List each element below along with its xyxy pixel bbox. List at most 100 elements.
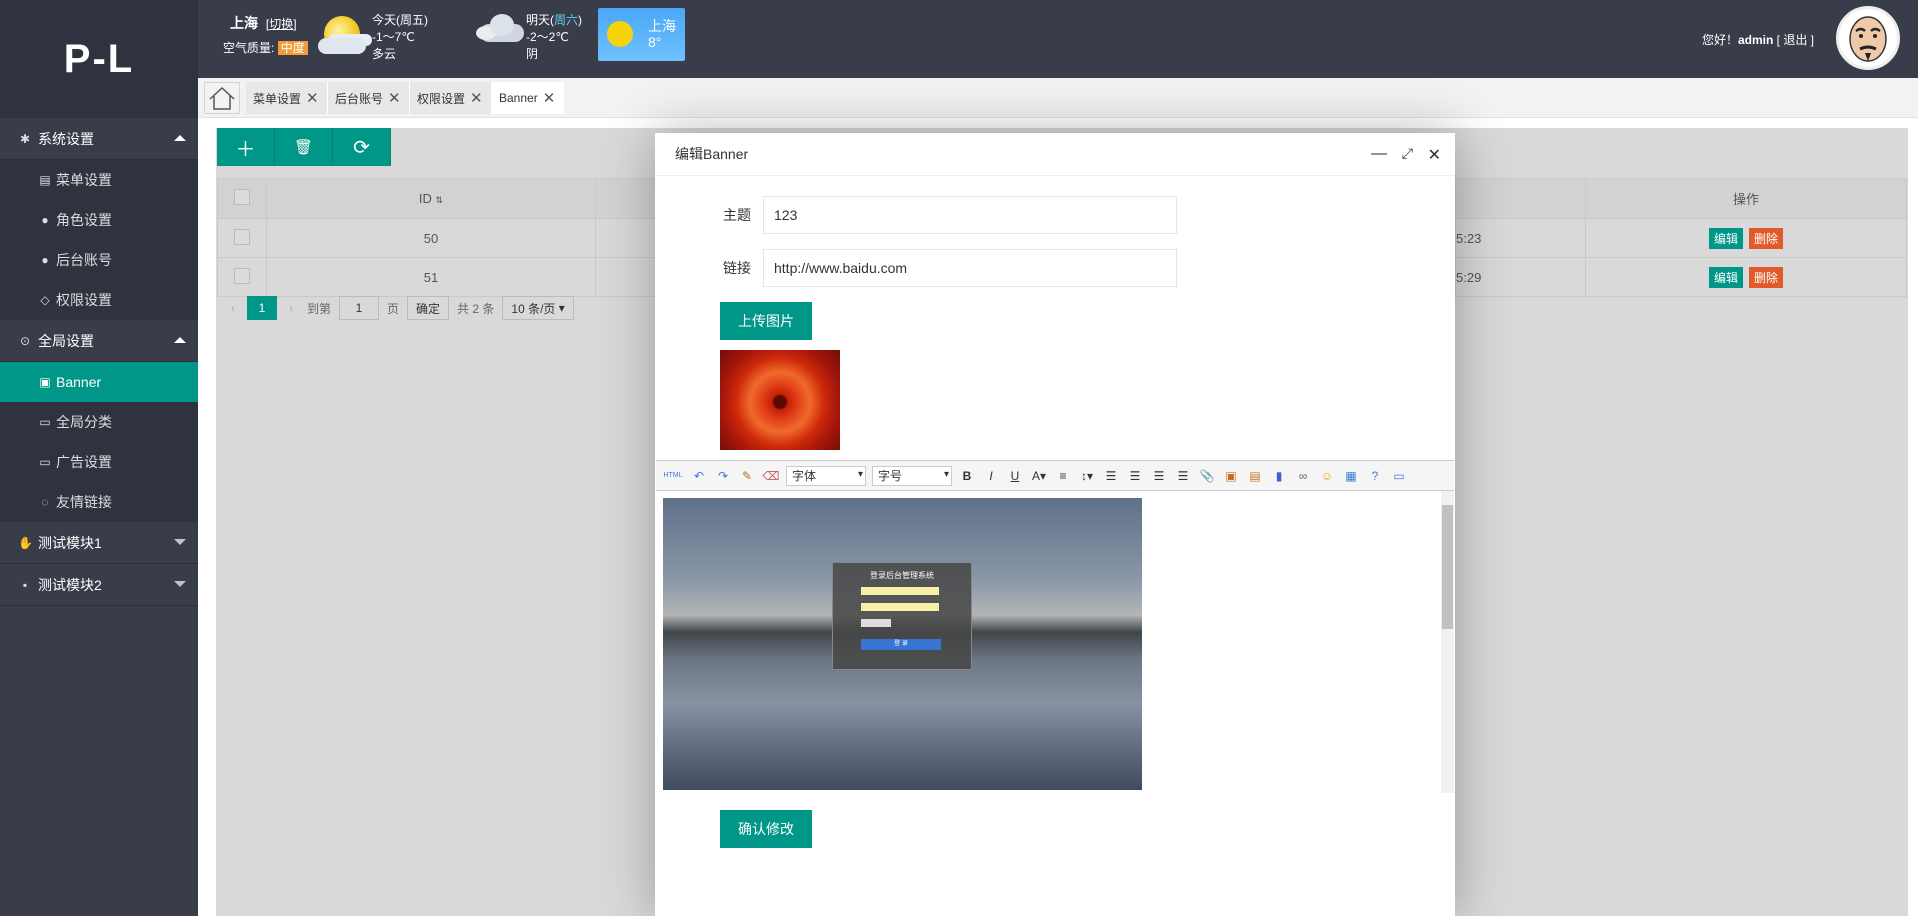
nav-group-title-test2[interactable]: ▪ 测试模块2	[0, 564, 198, 606]
align-center-icon[interactable]: ☰	[1150, 467, 1168, 485]
redo-icon[interactable]: ↷	[714, 467, 732, 485]
font-size-select[interactable]: 字号	[872, 465, 952, 486]
subject-input[interactable]: 123	[763, 196, 1177, 234]
prev-page-icon[interactable]: ‹	[231, 301, 235, 315]
tab-admin-accounts[interactable]: 后台账号 ✕	[328, 82, 410, 114]
minimize-icon[interactable]: —	[1371, 145, 1387, 163]
image-icon[interactable]: ▣	[1222, 467, 1240, 485]
font-family-select[interactable]: 字体	[786, 465, 866, 486]
delete-row-button[interactable]: 删除	[1749, 266, 1784, 288]
format-brush-icon[interactable]: ✎	[738, 467, 756, 485]
align-left-icon[interactable]: ☰	[1102, 467, 1120, 485]
sidebar-item-links[interactable]: ◌ 友情链接	[0, 482, 198, 522]
city-switch-link[interactable]: [切换]	[266, 17, 297, 31]
tab-menu-settings[interactable]: 菜单设置 ✕	[246, 82, 328, 114]
tomorrow-temp: -2～2℃	[526, 30, 569, 44]
edit-button[interactable]: 编辑	[1708, 227, 1743, 249]
sidebar-item-ads[interactable]: ▭ 广告设置	[0, 442, 198, 482]
sidebar-item-account[interactable]: ● 后台账号	[0, 240, 198, 280]
edit-button[interactable]: 编辑	[1708, 266, 1743, 288]
banner-thumbnail-image	[720, 350, 840, 450]
sidebar-item-banner[interactable]: ▣ Banner	[0, 362, 198, 402]
eraser-icon[interactable]: ⌫	[762, 467, 780, 485]
close-icon[interactable]: ✕	[470, 89, 483, 107]
emoticon-icon[interactable]: ☺	[1318, 467, 1336, 485]
scroll-thumb[interactable]	[1442, 505, 1453, 629]
align-justify-icon[interactable]: ☰	[1174, 467, 1192, 485]
user-icon: ●	[41, 213, 49, 227]
caret-down-icon	[174, 581, 186, 587]
caret-down-icon	[174, 539, 186, 545]
next-page-icon[interactable]: ›	[289, 301, 293, 315]
help-icon[interactable]: ?	[1366, 467, 1384, 485]
multi-image-icon[interactable]: ▤	[1246, 467, 1264, 485]
editor-scrollbar[interactable]	[1441, 491, 1454, 793]
nav-group-title-system[interactable]: ✱ 系统设置	[0, 118, 198, 160]
logo: P-L	[0, 0, 198, 118]
close-icon[interactable]: ✕	[543, 89, 556, 107]
upload-image-button[interactable]: 上传图片	[720, 302, 812, 340]
template-icon[interactable]: ▦	[1342, 467, 1360, 485]
italic-icon[interactable]: I	[982, 467, 1000, 485]
editor-embedded-image: 登录后台管理系统 登 录	[663, 498, 1142, 790]
nav-group-global: ⊙ 全局设置 ▣ Banner ▭ 全局分类 ▭ 广告设置 ◌ 友情链接	[0, 320, 198, 522]
link-icon[interactable]: ∞	[1294, 467, 1312, 485]
video-icon[interactable]: ▮	[1270, 467, 1288, 485]
sort-icon[interactable]: ⇅	[436, 195, 444, 205]
per-page-select[interactable]: 10 条/页 ▾	[502, 296, 574, 320]
select-all-checkbox[interactable]	[234, 189, 250, 205]
tab-permission-settings[interactable]: 权限设置 ✕	[410, 82, 492, 114]
line-height-icon[interactable]: ↕▾	[1078, 467, 1096, 485]
undo-icon[interactable]: ↶	[690, 467, 708, 485]
sidebar-item-label: 广告设置	[56, 454, 112, 470]
confirm-edit-button[interactable]: 确认修改	[720, 810, 812, 848]
logout-link[interactable]: [ 退出 ]	[1777, 33, 1814, 47]
font-color-icon[interactable]: A▾	[1030, 467, 1048, 485]
fullscreen-icon[interactable]: ▭	[1390, 467, 1408, 485]
embedded-login-preview: 登录后台管理系统 登 录	[832, 562, 972, 670]
plus-icon: ＋	[235, 138, 256, 161]
switch-label[interactable]: 切换	[269, 17, 293, 31]
goto-confirm-button[interactable]: 确定	[407, 296, 450, 320]
actions-header: 操作	[1585, 178, 1907, 219]
delete-button[interactable]: 🗑	[275, 128, 333, 166]
row-checkbox[interactable]	[234, 267, 250, 284]
align-right-icon[interactable]: ☰	[1126, 467, 1144, 485]
per-page-value: 10 条/页	[511, 301, 556, 316]
delete-row-button[interactable]: 删除	[1749, 227, 1784, 249]
sidebar-item-permission[interactable]: ◇ 权限设置	[0, 280, 198, 320]
sidebar-item-menu[interactable]: ▤ 菜单设置	[0, 160, 198, 200]
close-icon[interactable]: ✕	[306, 89, 319, 107]
link-input[interactable]: http://www.baidu.com	[763, 249, 1177, 287]
bold-icon[interactable]: B	[958, 467, 976, 485]
close-icon[interactable]: ✕	[1428, 145, 1441, 165]
sidebar-item-role[interactable]: ● 角色设置	[0, 200, 198, 240]
row-checkbox[interactable]	[234, 228, 250, 245]
attachment-icon[interactable]: 📎	[1198, 467, 1216, 485]
avatar[interactable]	[1836, 6, 1900, 70]
underline-icon[interactable]: U	[1006, 467, 1024, 485]
font-size-value: 字号	[878, 469, 903, 483]
refresh-button[interactable]: ⟳	[333, 128, 391, 166]
today-day: 今天(周五)	[372, 13, 428, 27]
close-icon[interactable]: ✕	[388, 89, 401, 107]
indent-icon[interactable]: ≡	[1054, 467, 1072, 485]
editor-content[interactable]: 登录后台管理系统 登 录	[656, 491, 1454, 793]
avatar-face-icon	[1849, 16, 1887, 62]
users-icon: ●	[41, 253, 49, 267]
link-row: 链接 http://www.baidu.com	[655, 249, 1177, 287]
id-header[interactable]: ID ⇅	[266, 178, 596, 219]
nav-group-title-test1[interactable]: ✋ 测试模块1	[0, 522, 198, 564]
cube-icon: ◇	[40, 293, 50, 307]
html-icon[interactable]: HTML	[662, 467, 684, 485]
add-button[interactable]: ＋	[217, 128, 275, 166]
maximize-icon[interactable]: ⤢	[1402, 145, 1413, 162]
sidebar-item-category[interactable]: ▭ 全局分类	[0, 402, 198, 442]
row-id: 50	[266, 218, 596, 258]
thumb-icon: ✋	[18, 535, 33, 550]
tab-banner[interactable]: Banner ✕	[492, 82, 565, 114]
page-current[interactable]: 1	[247, 296, 277, 320]
nav-group-title-global[interactable]: ⊙ 全局设置	[0, 320, 198, 362]
tab-home[interactable]	[204, 82, 240, 114]
goto-input[interactable]: 1	[339, 296, 380, 320]
